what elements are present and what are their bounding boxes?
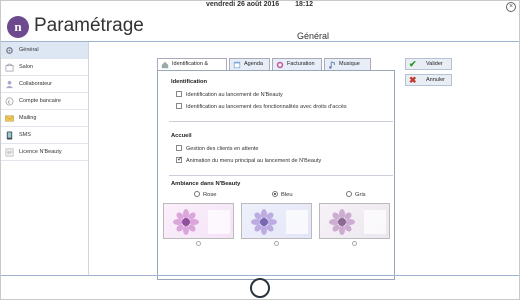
checkbox-label: Identification au lancement de N'Beauty [186,92,283,98]
preview-indicator [274,241,279,246]
sidebar-item-mailing[interactable]: Mailing [1,110,88,127]
waiting-clients-checkbox[interactable]: Gestion des clients en attente [176,145,258,152]
menu-animation-checkbox[interactable]: Animation du menu principal au lancement… [176,155,322,164]
sidebar: Général Salon Collaborateur € Compte ban… [1,42,89,275]
sidebar-item-sms[interactable]: SMS [1,127,88,144]
sidebar-item-compte-bancaire[interactable]: € Compte bancaire [1,93,88,110]
sidebar-item-label: Salon [19,64,34,70]
theme-gris-radio[interactable]: Gris [346,191,366,198]
datetime: vendredi 26 août 2016 18:12 [206,1,327,8]
sidebar-item-collaborateur[interactable]: Collaborateur [1,76,88,93]
radio-dot[interactable] [194,191,200,197]
tab-label: Facturation [287,61,315,67]
sidebar-item-general[interactable]: Général [1,42,88,59]
checkbox-box[interactable] [176,91,182,97]
user-icon [5,80,14,89]
theme-bleu-preview[interactable] [241,203,312,239]
validate-label: Valider [426,61,443,67]
main-content: Identification & Accueil Agenda Facturat… [90,42,519,280]
license-icon [5,148,14,157]
radio-label: Gris [355,192,366,198]
checkbox-box[interactable] [176,145,182,151]
theme-rose-preview[interactable] [163,203,234,239]
theme-rose-radio[interactable]: Rose [194,191,217,198]
time-text: 18:12 [295,1,314,8]
preview-indicator [352,241,357,246]
theme-bleu-radio[interactable]: Bleu [272,191,293,198]
validate-button[interactable]: ✔ Valider [405,58,452,70]
sidebar-item-label: Général [19,47,39,53]
sidebar-item-label: Compte bancaire [19,98,61,104]
radio-label: Rose [203,192,217,198]
close-icon: ✖ [409,75,417,85]
tab-label: Musique [339,61,360,67]
sidebar-item-salon[interactable]: Salon [1,59,88,76]
identification-launch-checkbox[interactable]: Identification au lancement de N'Beauty [176,91,283,98]
group-divider [169,121,393,122]
logo: n [7,16,29,38]
radio-label: Bleu [281,192,293,198]
home-icon [161,61,169,69]
svg-text:€: € [8,99,11,104]
group-divider [169,175,393,176]
sidebar-item-label: Mailing [19,115,37,121]
check-icon: ✔ [409,59,417,69]
home-button[interactable] [250,278,270,298]
sidebar-item-label: Licence N'Beauty [19,149,62,155]
invoice-icon [276,61,284,69]
checkbox-label: Gestion des clients en attente [186,146,259,152]
mail-icon [5,115,14,122]
close-button[interactable]: × [506,2,516,12]
accueil-title: Accueil [171,133,192,139]
store-icon [5,63,14,72]
top-bar: vendredi 26 août 2016 18:12 × [1,1,519,13]
identification-title: Identification [171,79,208,85]
footer-divider [1,275,519,276]
flower-menu-icon [173,209,230,235]
identification-rights-checkbox[interactable]: Identification au lancement des fonction… [176,103,347,110]
preview-indicator [196,241,201,246]
radio-dot[interactable] [272,191,278,197]
checkbox-box[interactable] [176,155,183,163]
app-window: vendredi 26 août 2016 18:12 × n Paramétr… [0,0,520,300]
sidebar-item-label: Collaborateur [19,81,53,87]
tab-musique[interactable]: Musique [324,58,371,70]
tab-agenda[interactable]: Agenda [229,58,270,70]
flower-menu-icon [329,209,386,235]
ambiance-title: Ambiance dans N'Beauty [171,181,241,187]
cancel-label: Annuler [426,77,445,83]
sidebar-item-licence[interactable]: Licence N'Beauty [1,144,88,161]
flower-menu-icon [251,209,308,235]
sidebar-item-label: SMS [19,132,31,138]
section-title: Général [297,31,330,41]
tab-label: Agenda [244,61,263,67]
checkbox-label: Identification au lancement des fonction… [186,104,347,110]
settings-panel: Identification Identification au lanceme… [157,70,395,280]
calendar-icon [233,61,241,69]
gear-icon [6,47,13,54]
page-title: Paramétrage [34,15,144,36]
radio-dot[interactable] [346,191,352,197]
bank-icon: € [5,97,14,106]
checkbox-box[interactable] [176,103,182,109]
cancel-button[interactable]: ✖ Annuler [405,74,452,86]
theme-gris-preview[interactable] [319,203,390,239]
music-icon [329,61,335,69]
sms-icon [6,131,13,140]
checkbox-label: Animation du menu principal au lancement… [186,158,322,164]
date-text: vendredi 26 août 2016 [206,1,280,8]
tab-facturation[interactable]: Facturation [272,58,322,70]
